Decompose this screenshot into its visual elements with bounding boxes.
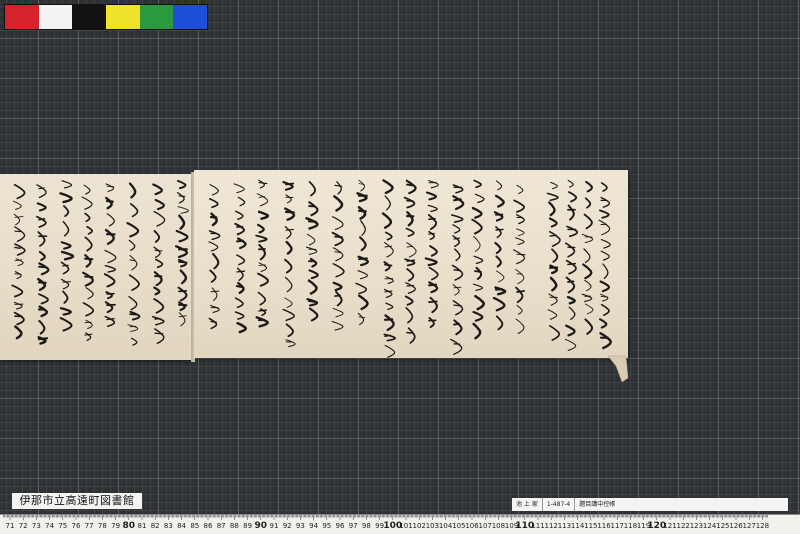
ruler-number: 87: [216, 522, 226, 530]
ruler-number: 71: [5, 522, 15, 530]
ruler-number: 102: [412, 522, 426, 530]
ruler-number: 94: [309, 522, 319, 530]
ruler-number: 81: [137, 522, 147, 530]
measuring-ruler: 71 72 73 74 75 76 77 78 79 80 81 82 83 84 85 86 87 88 89 90…: [0, 514, 800, 534]
ruler-number: 113: [557, 522, 572, 530]
ruler-number: 121: [663, 522, 677, 530]
ruler-number: 106: [465, 522, 479, 530]
ruler-number: 82: [150, 522, 160, 530]
ruler-number: 72: [18, 522, 28, 530]
ruler-number: 92: [282, 522, 292, 530]
ruler-number: 128: [755, 522, 770, 530]
ruler-number: 118: [623, 522, 638, 530]
ruler-number: 88: [229, 522, 239, 530]
color-swatch-black: [72, 5, 107, 29]
ruler-number: 86: [203, 522, 213, 530]
ruler-number: 77: [84, 522, 94, 530]
ruler-number: 98: [361, 522, 371, 530]
call-number-label: 池 上 家 1-487-4 題目講中控帳: [512, 498, 788, 511]
ruler-number: 127: [742, 522, 756, 530]
ruler-number: 79: [111, 522, 121, 530]
ruler-number: 89: [243, 522, 253, 530]
ruler-number: 97: [348, 522, 358, 530]
ruler-number: 104: [438, 522, 453, 530]
color-swatch-yellow: [106, 5, 140, 29]
manuscript-scroll: [0, 168, 630, 383]
calibration-color-strip: [4, 4, 208, 30]
calligraphy-ink: [11, 179, 612, 358]
ruler-number: 103: [425, 522, 440, 530]
ruler-number: 126: [729, 522, 743, 530]
ruler-number: 91: [269, 522, 279, 530]
ruler-number: 125: [716, 522, 730, 530]
call-number: 1-487-4: [543, 498, 576, 511]
ruler-number: 75: [58, 522, 68, 530]
ruler-number: 78: [97, 522, 107, 530]
ruler-number: 96: [335, 522, 345, 530]
ruler-number: 123: [689, 522, 704, 530]
ruler-number: 117: [610, 522, 624, 530]
ruler-number: 111: [531, 522, 545, 530]
ruler-number: 101: [399, 522, 413, 530]
ruler-number: 107: [478, 522, 492, 530]
ruler-number: 122: [676, 522, 690, 530]
library-label: 伊那市立高遠町図書館: [12, 493, 142, 509]
ruler-number: 108: [491, 522, 506, 530]
call-title: 題目講中控帳: [579, 501, 616, 508]
ruler-number: 114: [570, 522, 585, 530]
ruler-number: 112: [544, 522, 558, 530]
ruler-number: 93: [295, 522, 305, 530]
ruler-number: 95: [322, 522, 332, 530]
ruler-number: 84: [177, 522, 187, 530]
ruler-number: 80: [122, 521, 136, 531]
ruler-number: 116: [597, 522, 611, 530]
color-swatch-red: [5, 5, 39, 29]
ruler-number: 105: [452, 522, 466, 530]
color-swatch-white: [38, 5, 73, 29]
ruler-number: 76: [71, 522, 81, 530]
ruler-number: 85: [190, 522, 200, 530]
call-collection: 池 上 家: [512, 498, 543, 511]
ruler-number: 115: [584, 522, 598, 530]
color-swatch-blue: [173, 5, 208, 29]
ruler-number: 83: [163, 522, 173, 530]
color-swatch-green: [139, 5, 174, 29]
ruler-number: 74: [45, 522, 55, 530]
ruler-number: 124: [702, 522, 717, 530]
ruler-number: 90: [254, 521, 268, 531]
ruler-number: 73: [31, 522, 41, 530]
